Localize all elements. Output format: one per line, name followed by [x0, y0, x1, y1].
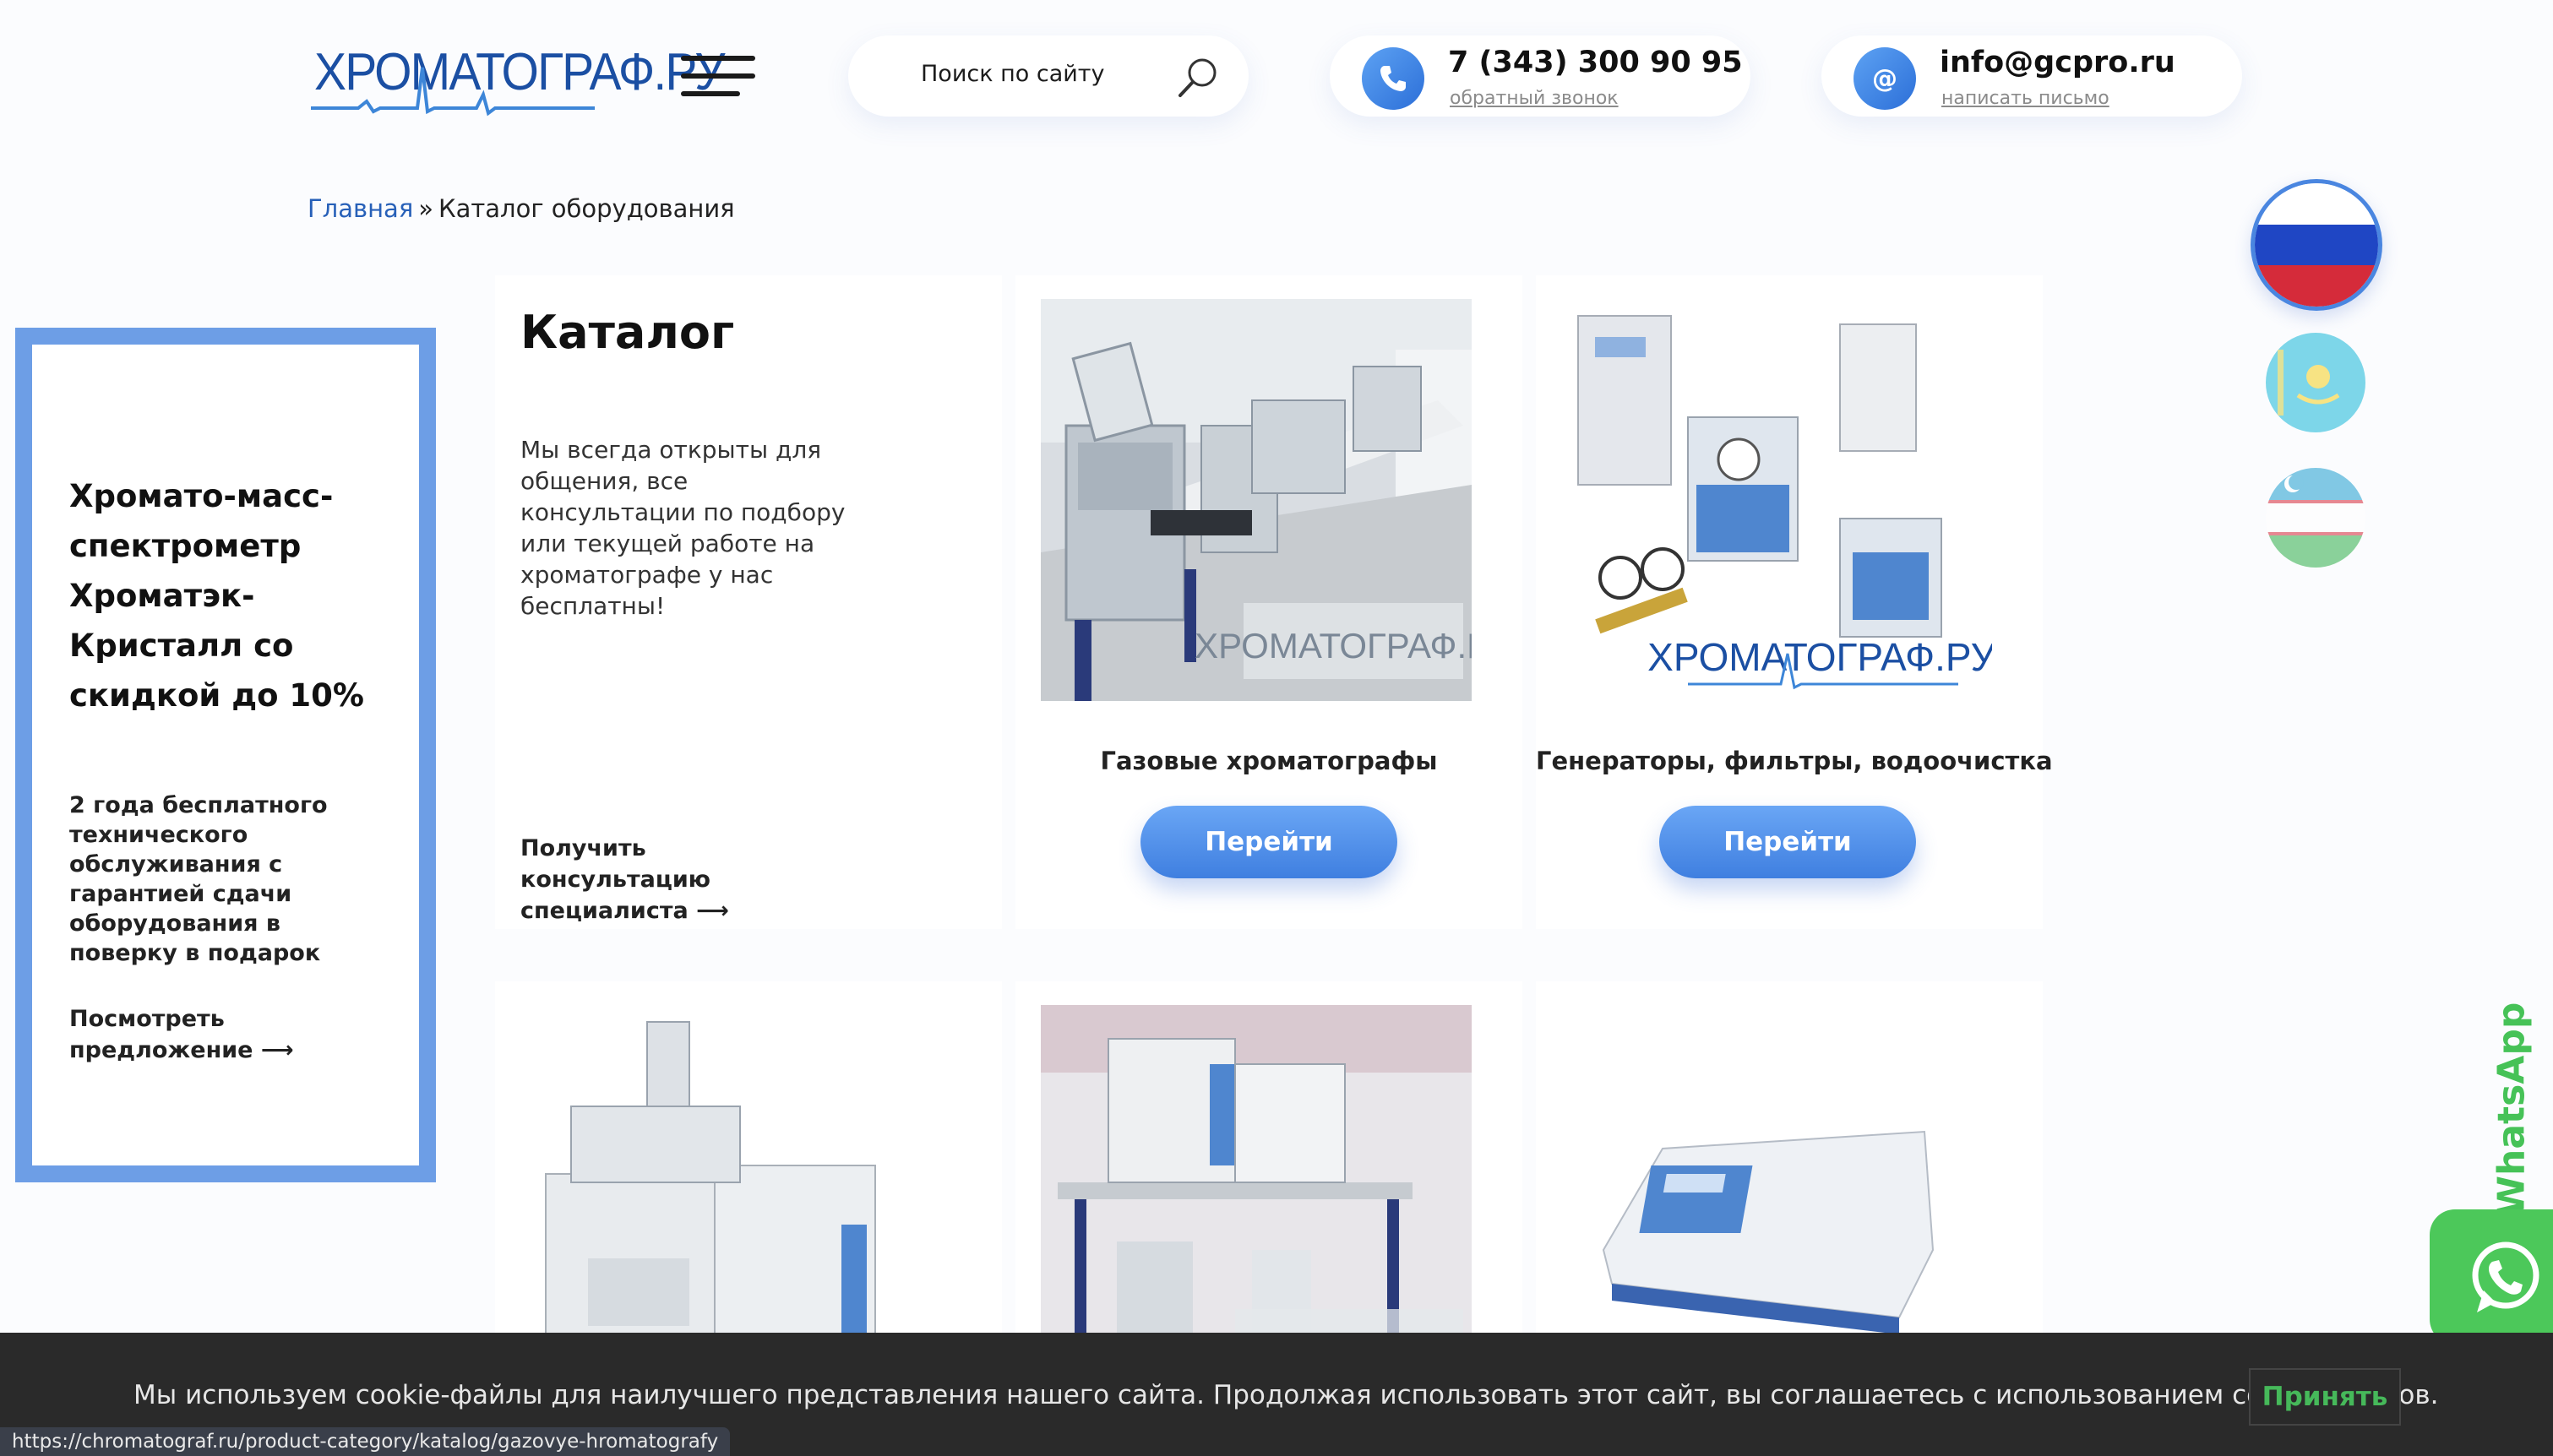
promo-text: 2 года бесплатного технического обслужив… — [69, 792, 328, 966]
svg-text:@: @ — [1872, 64, 1897, 94]
whatsapp-icon — [2472, 1241, 2539, 1312]
accept-cookies-button[interactable]: Принять — [2249, 1368, 2401, 1426]
breadcrumb-current: Каталог оборудования — [438, 194, 735, 223]
watermark-text: ХРОМАТОГРАФ.РУ — [1195, 626, 1472, 666]
generators-image[interactable]: ХРОМАТОГРАФ.РУ — [1561, 299, 1992, 701]
category-title[interactable]: Генераторы, фильтры, водоочистка — [1536, 747, 2053, 775]
menu-icon[interactable] — [681, 56, 755, 96]
promo-link[interactable]: Посмотреть предложение ⟶ — [69, 1003, 323, 1066]
category-title[interactable]: Газовые хроматографы — [1015, 747, 1522, 775]
breadcrumb-separator: » — [418, 194, 434, 223]
category-card-generators[interactable]: ХРОМАТОГРАФ.РУ Генераторы, фильтры, водо… — [1536, 275, 2053, 929]
promo-title: Хромато-масс-спектрометр Хроматэк-Криста… — [69, 478, 364, 714]
breadcrumb: Главная» Каталог оборудования — [308, 194, 735, 223]
watermark-text: ХРОМАТОГРАФ.РУ — [1647, 635, 1992, 679]
site-logo[interactable]: ХРОМАТОГРАФ.РУ — [308, 34, 726, 118]
email-contact[interactable]: @ info@gcpro.ru написать письмо — [1821, 35, 2242, 117]
write-letter-link[interactable]: написать письмо — [1941, 88, 2109, 109]
page-title: Каталог — [520, 306, 735, 359]
email-address[interactable]: info@gcpro.ru — [1940, 46, 2175, 79]
phone-contact[interactable]: 7 (343) 300 90 95 обратный звонок — [1330, 35, 1750, 117]
search-icon[interactable] — [1176, 56, 1220, 100]
phone-number[interactable]: 7 (343) 300 90 95 — [1448, 46, 1743, 79]
whatsapp-label[interactable]: WhatsApp — [2490, 1002, 2534, 1217]
catalog-intro-card: Каталог Мы всегда открыты для общения, в… — [495, 275, 1002, 929]
cookie-text: Мы используем cookie-файлы для наилучшег… — [133, 1380, 2439, 1410]
consultation-link[interactable]: Получить консультацию специалиста ⟶ — [520, 833, 825, 926]
breadcrumb-home[interactable]: Главная — [308, 194, 413, 223]
phone-icon — [1362, 47, 1424, 110]
uzbekistan-flag[interactable] — [2266, 468, 2365, 568]
gas-chromatographs-image[interactable]: ХРОМАТОГРАФ.РУ — [1041, 299, 1472, 701]
category-card-gas-chromatographs[interactable]: ХРОМАТОГРАФ.РУ Газовые хроматографы Пере… — [1015, 275, 1522, 929]
search-input[interactable]: Поиск по сайту — [921, 61, 1105, 87]
kazakhstan-flag[interactable] — [2266, 333, 2365, 432]
russia-flag[interactable] — [2251, 179, 2382, 311]
at-icon: @ — [1854, 47, 1916, 110]
whatsapp-button[interactable] — [2430, 1209, 2553, 1345]
status-bar-url: https://chromatograf.ru/product-category… — [0, 1427, 731, 1456]
go-button[interactable]: Перейти — [1659, 806, 1916, 878]
promo-banner[interactable]: Хромато-масс-спектрометр Хроматэк-Криста… — [15, 328, 436, 1182]
search-box[interactable]: Поиск по сайту — [848, 35, 1249, 117]
logo-graph-icon — [311, 67, 595, 117]
callback-link[interactable]: обратный звонок — [1450, 88, 1619, 109]
go-button[interactable]: Перейти — [1140, 806, 1397, 878]
intro-text: Мы всегда открыты для общения, все консу… — [520, 436, 846, 620]
